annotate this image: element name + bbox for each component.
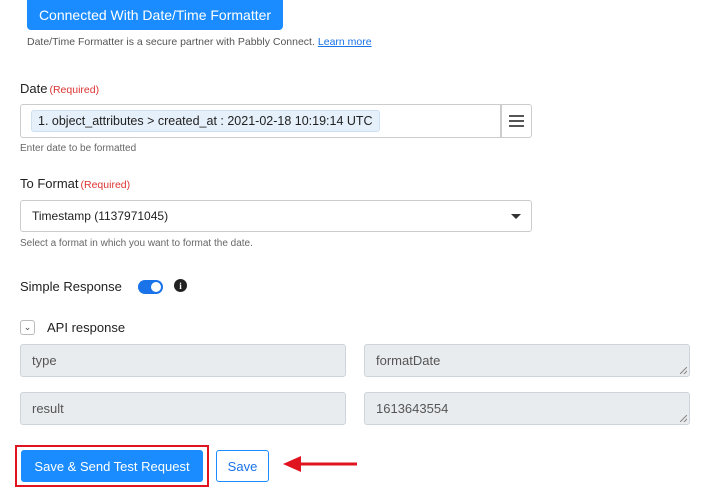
response-key-field: type xyxy=(20,344,346,377)
partner-note: Date/Time Formatter is a secure partner … xyxy=(27,36,372,48)
learn-more-link[interactable]: Learn more xyxy=(318,36,372,48)
connected-status-button[interactable]: Connected With Date/Time Formatter xyxy=(27,0,283,30)
format-label-text: To Format xyxy=(20,176,79,191)
format-help-text: Select a format in which you want to for… xyxy=(20,238,253,249)
format-selected-value: Timestamp (1137971045) xyxy=(32,209,169,223)
date-help-text: Enter date to be formatted xyxy=(20,143,137,154)
response-value-field[interactable]: 1613643554 xyxy=(364,392,690,425)
hamburger-icon-line xyxy=(509,125,524,127)
save-and-send-test-request-button[interactable]: Save & Send Test Request xyxy=(21,450,203,482)
pointer-arrow-icon xyxy=(283,456,357,472)
api-response-collapse-button[interactable]: ⌄ xyxy=(20,320,35,335)
save-button[interactable]: Save xyxy=(216,450,269,482)
date-required-tag: (Required) xyxy=(49,84,100,96)
format-label: To Format (Required) xyxy=(20,176,130,191)
response-value-field[interactable]: formatDate xyxy=(364,344,690,377)
date-label: Date (Required) xyxy=(20,81,99,96)
date-label-text: Date xyxy=(20,81,48,96)
hamburger-icon-line xyxy=(509,120,524,122)
info-icon[interactable]: i xyxy=(174,279,187,292)
caret-down-icon xyxy=(511,214,521,219)
chevron-down-icon: ⌄ xyxy=(23,322,32,332)
api-response-label: API response xyxy=(47,320,126,335)
simple-response-label: Simple Response xyxy=(20,279,122,294)
date-input[interactable]: 1. object_attributes > created_at : 2021… xyxy=(20,104,501,138)
partner-note-text: Date/Time Formatter is a secure partner … xyxy=(27,36,315,48)
simple-response-toggle[interactable] xyxy=(138,280,163,294)
format-select[interactable]: Timestamp (1137971045) xyxy=(20,200,532,232)
date-mapping-menu-button[interactable] xyxy=(501,104,532,138)
date-value-chip[interactable]: 1. object_attributes > created_at : 2021… xyxy=(31,110,380,132)
format-required-tag: (Required) xyxy=(80,179,131,191)
response-key-field: result xyxy=(20,392,346,425)
hamburger-icon xyxy=(509,115,524,117)
